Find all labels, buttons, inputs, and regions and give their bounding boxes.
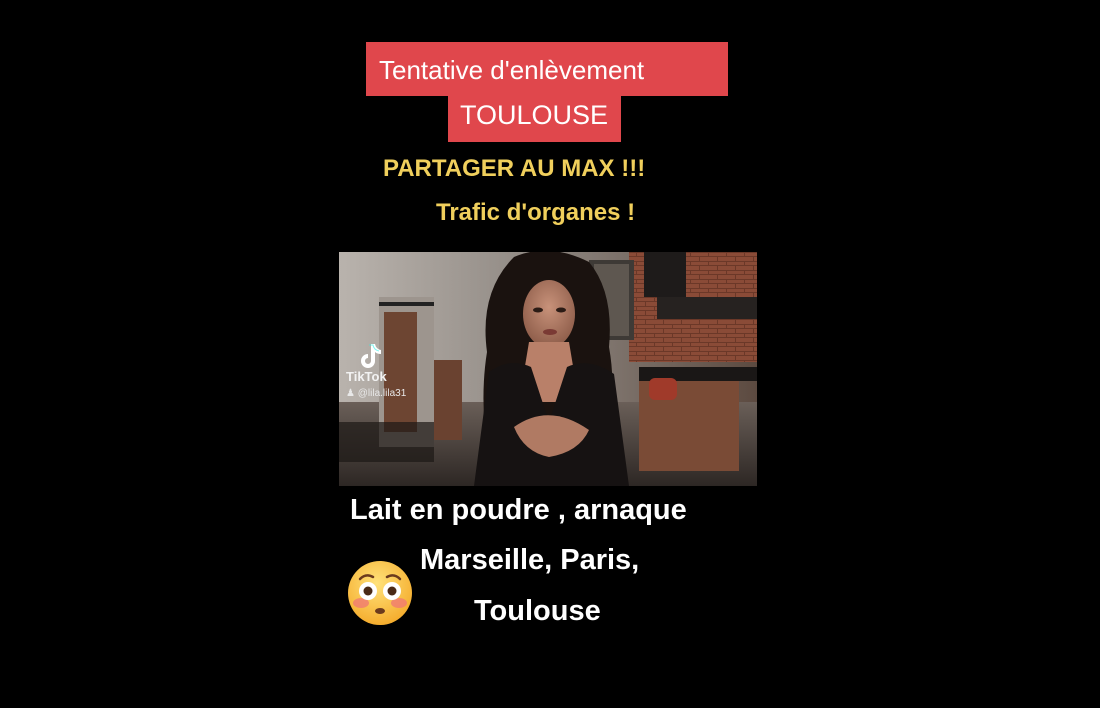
flushed-face-icon xyxy=(348,561,412,625)
tiktok-handle-text: @lila.lila31 xyxy=(357,388,407,399)
organs-text: Trafic d'organes ! xyxy=(436,199,636,226)
headline-line-1: Tentative d'enlèvement xyxy=(366,42,728,96)
headline-line-2: TOULOUSE xyxy=(448,96,621,142)
caption-line-1: Lait en poudre , arnaque xyxy=(350,494,687,526)
video-scene-image xyxy=(339,252,757,486)
share-text: PARTAGER AU MAX !!! xyxy=(383,155,646,182)
user-icon: ♟ xyxy=(346,388,355,399)
tiktok-logo-icon xyxy=(361,344,381,368)
tiktok-handle-label: ♟ @lila.lila31 xyxy=(346,388,406,399)
caption-line-3: Toulouse xyxy=(474,595,601,627)
tiktok-brand-label: TikTok xyxy=(346,369,387,384)
video-frame[interactable] xyxy=(339,252,757,486)
caption-line-2: Marseille, Paris, xyxy=(420,544,640,576)
